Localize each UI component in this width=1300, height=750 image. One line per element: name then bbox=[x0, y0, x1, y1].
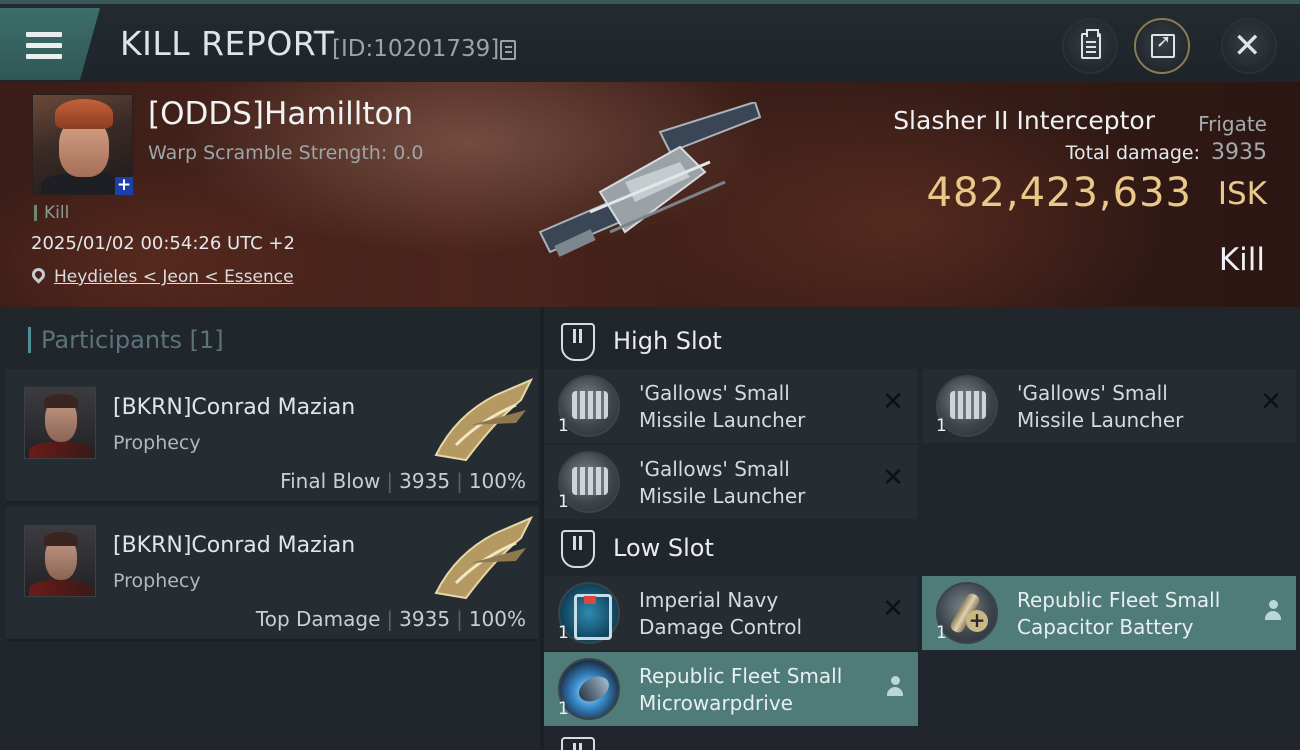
total-damage-label: Total damage: bbox=[1065, 142, 1200, 164]
participant-ship: Prophecy bbox=[113, 432, 201, 454]
high-slot-title: High Slot bbox=[613, 327, 722, 355]
participant-ship-image bbox=[434, 516, 534, 600]
mid-slot-icon bbox=[561, 737, 595, 750]
module-item[interactable]: 1 'Gallows' Small Missile Launcher ✕ bbox=[544, 369, 918, 443]
module-name: Republic Fleet Small Microwarpdrive bbox=[639, 664, 843, 715]
participant-portrait[interactable] bbox=[24, 387, 96, 459]
module-item[interactable]: 1 'Gallows' Small Missile Launcher ✕ bbox=[544, 445, 918, 519]
total-damage-value: 3935 bbox=[1211, 140, 1267, 165]
participant-name[interactable]: [BKRN]Conrad Mazian bbox=[113, 395, 355, 420]
share-button[interactable] bbox=[1134, 18, 1190, 74]
kill-datetime: 2025/01/02 00:54:26 UTC +2 bbox=[31, 233, 295, 254]
mid-slot-header bbox=[544, 727, 1300, 750]
module-quantity: 1 bbox=[558, 623, 569, 643]
kill-tag: Kill bbox=[34, 205, 69, 222]
low-slot-header: Low Slot bbox=[544, 520, 1300, 578]
page-title: KILL REPORT bbox=[120, 24, 335, 63]
copy-icon[interactable] bbox=[500, 40, 516, 60]
participant-stats: Final Blow | 3935 | 100% bbox=[280, 469, 526, 493]
close-button[interactable]: ✕ bbox=[1221, 18, 1277, 74]
module-name: 'Gallows' Small Missile Launcher bbox=[639, 457, 806, 508]
pilot-icon bbox=[886, 676, 904, 698]
participant-damage: 3935 bbox=[399, 607, 451, 631]
add-contact-icon[interactable]: + bbox=[115, 177, 133, 195]
module-item[interactable]: 1 Imperial Navy Damage Control ✕ bbox=[544, 576, 918, 650]
module-quantity: 1 bbox=[558, 416, 569, 436]
low-slot-icon bbox=[561, 530, 595, 568]
participant-damage: 3935 bbox=[399, 469, 451, 493]
module-quantity: 1 bbox=[558, 492, 569, 512]
outcome-label: Kill bbox=[1218, 242, 1265, 278]
fitting-panel: High Slot 1 'Gallows' Small Missile Launc… bbox=[544, 307, 1300, 750]
module-name: Republic Fleet Small Capacitor Battery bbox=[1017, 588, 1221, 639]
victim-ship-image bbox=[538, 102, 762, 257]
module-quantity: 1 bbox=[936, 416, 947, 436]
high-slot-icon bbox=[561, 323, 595, 361]
module-item[interactable]: 1 Republic Fleet SmallCapacitor Battery bbox=[922, 576, 1296, 650]
participant-name[interactable]: [BKRN]Conrad Mazian bbox=[113, 533, 355, 558]
warp-scramble-strength: Warp Scramble Strength: 0.0 bbox=[148, 142, 424, 164]
clipboard-button[interactable] bbox=[1062, 18, 1118, 74]
module-name: 'Gallows' Small Missile Launcher bbox=[1017, 381, 1184, 432]
close-icon: ✕ bbox=[1233, 26, 1262, 66]
high-slot-header: High Slot bbox=[544, 313, 1300, 371]
share-icon bbox=[1151, 31, 1175, 58]
participant-ship: Prophecy bbox=[113, 570, 201, 592]
module-name: Imperial Navy Damage Control bbox=[639, 588, 803, 639]
module-quantity: 1 bbox=[558, 699, 569, 719]
low-slot-title: Low Slot bbox=[613, 534, 714, 562]
victim-ship-class: Frigate bbox=[1198, 112, 1267, 136]
participant-portrait[interactable] bbox=[24, 525, 96, 597]
victim-ship-name[interactable]: Slasher II Interceptor bbox=[893, 106, 1155, 135]
participant-row[interactable]: [BKRN]Conrad Mazian Prophecy Top Damage |… bbox=[6, 507, 538, 641]
participant-ship-image bbox=[434, 378, 534, 462]
destroyed-icon: ✕ bbox=[882, 387, 904, 417]
module-quantity: 1 bbox=[936, 623, 947, 643]
participants-title: Participants bbox=[41, 326, 182, 354]
pilot-icon bbox=[1264, 600, 1282, 622]
report-id: [ID:10201739] bbox=[332, 36, 500, 62]
location-link[interactable]: Heydieles < Jeon < Essence bbox=[54, 267, 294, 287]
participant-role: Final Blow bbox=[280, 469, 381, 493]
module-item[interactable]: 1 Republic Fleet Small Microwarpdrive bbox=[544, 652, 918, 726]
participant-percent: 100% bbox=[468, 607, 526, 631]
title-bar: KILL REPORT [ID:10201739] ✕ bbox=[0, 0, 1300, 82]
participant-percent: 100% bbox=[468, 469, 526, 493]
participants-count: [1] bbox=[189, 326, 224, 354]
destroyed-icon: ✕ bbox=[882, 594, 904, 624]
victim-name[interactable]: [ODDS]Hamillton bbox=[148, 96, 413, 132]
participants-panel: Participants [1] [BKRN]Conrad Mazian Pro… bbox=[0, 307, 540, 750]
destroyed-icon: ✕ bbox=[882, 463, 904, 493]
clipboard-icon bbox=[1081, 29, 1101, 59]
location-pin-icon bbox=[29, 265, 48, 284]
isk-unit: ISK bbox=[1217, 176, 1267, 212]
module-name: 'Gallows' Small Missile Launcher bbox=[639, 381, 806, 432]
destroyed-icon: ✕ bbox=[1260, 387, 1282, 417]
isk-value: 482,423,633 bbox=[926, 170, 1192, 216]
participant-row[interactable]: [BKRN]Conrad Mazian Prophecy Final Blow |… bbox=[6, 369, 538, 503]
hamburger-icon bbox=[26, 32, 62, 60]
participants-heading: Participants [1] bbox=[28, 327, 224, 353]
menu-button[interactable] bbox=[0, 8, 100, 80]
victim-banner: + [ODDS]Hamillton Warp Scramble Strength… bbox=[0, 82, 1300, 307]
module-item[interactable]: 1 'Gallows' Small Missile Launcher ✕ bbox=[922, 369, 1296, 443]
participant-stats: Top Damage | 3935 | 100% bbox=[255, 607, 526, 631]
participant-role: Top Damage bbox=[255, 607, 381, 631]
